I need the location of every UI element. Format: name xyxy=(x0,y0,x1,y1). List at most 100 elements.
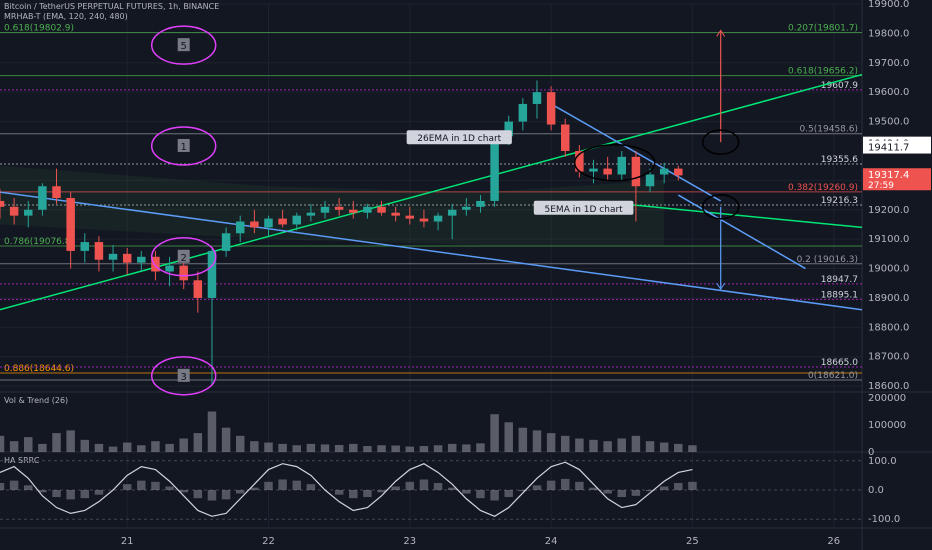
volume-bar xyxy=(391,445,400,452)
osc-panel-title: HA SRRC xyxy=(4,456,40,465)
volume-bar xyxy=(447,443,457,452)
candle-body xyxy=(278,218,287,225)
osc-histogram-bar xyxy=(603,490,612,494)
osc-histogram-bar xyxy=(419,479,429,490)
candle-body xyxy=(447,209,457,216)
osc-histogram-bar xyxy=(688,481,697,490)
volume-bar xyxy=(24,437,33,452)
annotation-number: 5 xyxy=(181,41,187,52)
y-tick-label: 19900.0 xyxy=(868,0,909,10)
price-tag-countdown: 27:59 xyxy=(868,181,894,191)
volume-bar xyxy=(108,446,118,452)
fib-level-label: 0.618(19802.9) xyxy=(4,24,74,34)
osc-histogram-bar xyxy=(235,490,245,494)
x-tick-label: 26 xyxy=(827,536,840,547)
price-tag-label: 19411.7 xyxy=(868,143,909,154)
volume-bar xyxy=(235,435,245,452)
volume-bar xyxy=(433,445,443,452)
level-label: 18947.7 xyxy=(821,275,858,285)
candle-body xyxy=(377,206,386,213)
osc-tick-label: -100.0 xyxy=(868,514,900,525)
osc-histogram-bar xyxy=(405,481,415,490)
osc-histogram-bar xyxy=(391,486,400,490)
osc-histogram-bar xyxy=(52,490,61,498)
osc-histogram-bar xyxy=(504,490,513,498)
candle-body xyxy=(94,242,104,260)
candle-body xyxy=(24,209,33,216)
y-tick-label: 18600.0 xyxy=(868,381,909,392)
level-label: 18895.1 xyxy=(821,290,858,300)
volume-bar xyxy=(688,445,697,452)
fib-level-label: 0.5(19458.6) xyxy=(799,125,858,135)
fib-level-label: 0(18621.0) xyxy=(808,371,858,381)
fib-level-label: 0.618(19656.2) xyxy=(788,67,858,77)
volume-bar xyxy=(320,444,330,452)
annotation-number: 1 xyxy=(181,142,187,153)
volume-bar xyxy=(264,442,273,452)
volume-bar xyxy=(561,435,570,452)
fib-level-label: 0.886(18644.6) xyxy=(4,364,74,374)
candle-body xyxy=(419,218,429,222)
osc-histogram-bar xyxy=(659,486,669,490)
callout-label: 5EMA in 1D chart xyxy=(545,205,624,215)
candle-body xyxy=(306,212,316,216)
volume-bar xyxy=(645,441,655,452)
volume-bar xyxy=(589,439,598,452)
osc-histogram-bar xyxy=(137,480,146,490)
candle-body xyxy=(476,200,485,207)
osc-histogram-bar xyxy=(66,490,75,500)
volume-bar xyxy=(165,443,174,452)
y-tick-label: 19000.0 xyxy=(868,264,909,275)
volume-bar xyxy=(659,442,669,452)
fib-level-label: 0.2 (19016.3) xyxy=(797,255,858,265)
annotation-number: 3 xyxy=(181,372,187,383)
candle-body xyxy=(518,103,528,122)
x-tick-label: 24 xyxy=(545,536,558,547)
osc-histogram-bar xyxy=(24,485,33,490)
volume-bar xyxy=(476,443,485,452)
fib-level-label: 0.786(19076.8) xyxy=(4,237,74,247)
osc-tick-label: 100.0 xyxy=(868,456,897,467)
volume-bar xyxy=(94,443,104,452)
candle-body xyxy=(603,168,612,175)
volume-bar xyxy=(603,441,612,452)
chart-canvas[interactable]: 19900.019800.019700.019600.019500.019300… xyxy=(0,0,932,550)
candle-body xyxy=(122,253,132,263)
volume-bar xyxy=(193,433,203,452)
candle-body xyxy=(349,209,358,213)
chart-title: Bitcoin / TetherUS PERPETUAL FUTURES, 1h… xyxy=(4,2,220,11)
osc-histogram-bar xyxy=(207,490,217,501)
candle-body xyxy=(589,168,598,172)
candle-body xyxy=(674,168,683,176)
y-tick-label: 19600.0 xyxy=(868,87,909,98)
candle-body xyxy=(38,186,47,210)
y-tick-label: 18700.0 xyxy=(868,352,909,363)
osc-histogram-bar xyxy=(151,481,160,490)
candle-body xyxy=(264,218,273,228)
y-tick-label: 19200.0 xyxy=(868,205,909,216)
volume-tick-label: 200000 xyxy=(868,393,906,404)
y-tick-label: 19800.0 xyxy=(868,28,909,39)
osc-histogram-bar xyxy=(349,490,358,499)
osc-histogram-bar xyxy=(80,490,90,499)
volume-bar xyxy=(617,438,627,452)
volume-bar xyxy=(52,433,61,452)
volume-bar xyxy=(363,446,372,452)
osc-histogram-bar xyxy=(9,480,19,490)
y-tick-label: 19100.0 xyxy=(868,234,909,245)
volume-bar xyxy=(674,443,683,452)
volume-bar xyxy=(334,444,344,452)
osc-histogram-bar xyxy=(221,490,231,500)
volume-bar xyxy=(38,443,47,452)
candle-body xyxy=(320,206,330,213)
price-tag-label: 19317.4 xyxy=(868,170,909,181)
osc-histogram-bar xyxy=(561,478,570,490)
volume-panel-title: Vol & Trend (26) xyxy=(4,396,68,405)
candle-body xyxy=(631,156,641,187)
x-tick-label: 25 xyxy=(686,536,699,547)
y-tick-label: 18900.0 xyxy=(868,293,909,304)
volume-bar xyxy=(546,433,556,452)
y-tick-label: 18800.0 xyxy=(868,322,909,333)
volume-bar xyxy=(504,422,513,452)
volume-bar xyxy=(137,445,146,452)
